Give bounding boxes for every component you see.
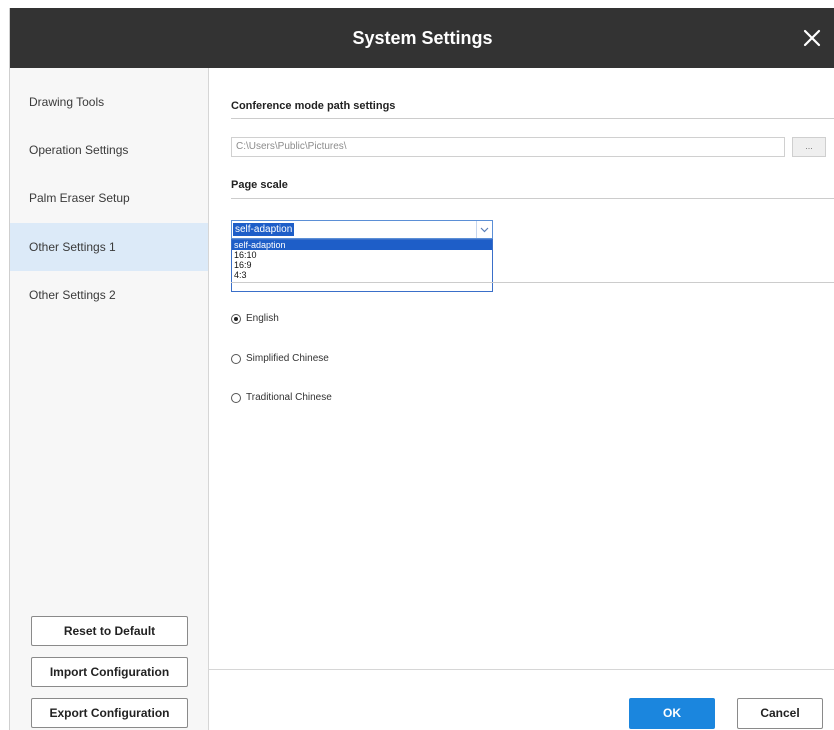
sidebar-item-operation-settings[interactable]: Operation Settings [10, 126, 208, 174]
page-scale-option-self-adaption[interactable]: self-adaption [232, 240, 492, 250]
system-settings-window: System Settings Drawing Tools Operation … [9, 8, 834, 730]
sidebar-item-other-settings-1[interactable]: Other Settings 1 [10, 223, 208, 271]
language-option-label: English [246, 313, 279, 324]
chevron-down-icon[interactable] [476, 221, 492, 238]
section-divider [231, 118, 834, 119]
title-bar: System Settings [10, 8, 834, 68]
radio-button[interactable] [231, 354, 241, 364]
sidebar-item-other-settings-2[interactable]: Other Settings 2 [10, 271, 208, 319]
page-scale-option-16-10[interactable]: 16:10 [232, 250, 492, 260]
footer-divider [209, 669, 834, 670]
page-scale-dropdown[interactable]: self-adaption [231, 220, 493, 239]
settings-content: Conference mode path settings C:\Users\P… [209, 68, 834, 730]
sidebar-item-palm-eraser-setup[interactable]: Palm Eraser Setup [10, 174, 208, 222]
page-scale-title: Page scale [231, 179, 288, 191]
ok-button[interactable]: OK [629, 698, 715, 729]
section-divider [231, 282, 834, 283]
sidebar-item-drawing-tools[interactable]: Drawing Tools [10, 78, 208, 126]
page-scale-options-list: self-adaption 16:10 16:9 4:3 [231, 239, 493, 292]
close-icon[interactable] [798, 24, 826, 52]
window-title: System Settings [352, 28, 493, 48]
conference-path-title: Conference mode path settings [231, 100, 396, 112]
page-scale-option-4-3[interactable]: 4:3 [232, 270, 492, 280]
conference-path-field[interactable]: C:\Users\Public\Pictures\ [231, 137, 785, 157]
page-scale-option-16-9[interactable]: 16:9 [232, 260, 492, 270]
settings-sidebar: Drawing Tools Operation Settings Palm Er… [10, 68, 209, 730]
import-configuration-button[interactable]: Import Configuration [31, 657, 188, 687]
cancel-button[interactable]: Cancel [737, 698, 823, 729]
radio-button-selected[interactable] [231, 314, 241, 324]
radio-button[interactable] [231, 393, 241, 403]
page-scale-selected-value: self-adaption [233, 223, 295, 236]
language-option-label: Traditional Chinese [246, 392, 332, 403]
section-divider [231, 198, 834, 199]
browse-button[interactable]: ... [792, 137, 826, 157]
reset-to-default-button[interactable]: Reset to Default [31, 616, 188, 646]
language-option-label: Simplified Chinese [246, 353, 329, 364]
export-configuration-button[interactable]: Export Configuration [31, 698, 188, 728]
